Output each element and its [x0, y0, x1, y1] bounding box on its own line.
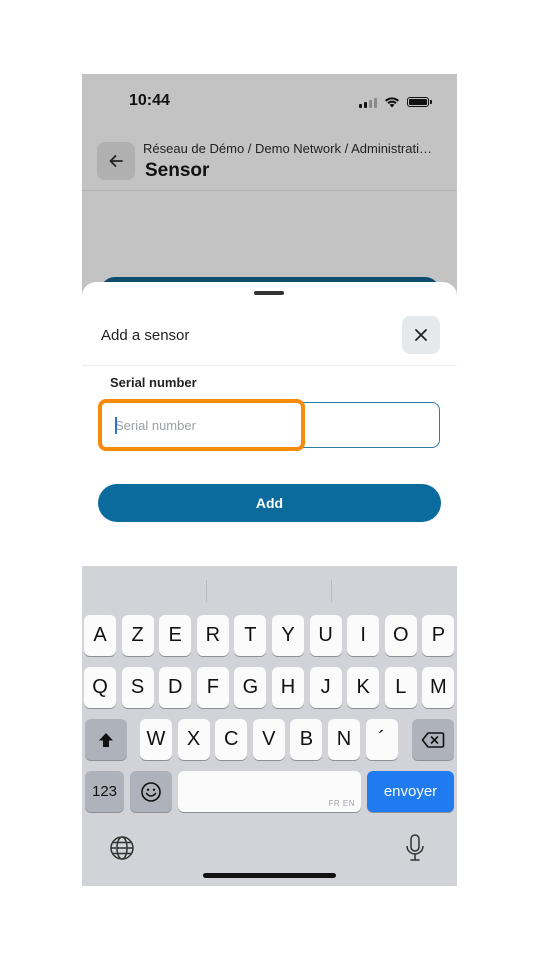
- key[interactable]: Y: [272, 615, 304, 656]
- add-sensor-sheet: Add a sensor Serial number Add: [82, 282, 457, 566]
- arrow-left-icon: [109, 155, 123, 167]
- key[interactable]: N: [328, 719, 360, 760]
- key[interactable]: X: [177, 719, 210, 760]
- phone-screen: 10:44 Réseau de Démo / Demo Network / Ad…: [82, 74, 457, 886]
- key[interactable]: J: [309, 667, 342, 708]
- key[interactable]: K: [347, 667, 380, 708]
- key[interactable]: E: [159, 615, 192, 656]
- serial-number-input[interactable]: [98, 402, 440, 448]
- space-language-hint: FR EN: [328, 799, 355, 808]
- status-time: 10:44: [129, 92, 170, 109]
- key[interactable]: S: [121, 667, 154, 708]
- key[interactable]: M: [422, 667, 455, 708]
- add-button[interactable]: Add: [98, 484, 441, 522]
- serial-number-label: Serial number: [110, 375, 197, 390]
- text-caret: [115, 417, 117, 434]
- globe-icon[interactable]: [109, 835, 135, 861]
- microphone-icon[interactable]: [405, 834, 425, 862]
- key[interactable]: U: [309, 615, 342, 656]
- space-key[interactable]: FR EN: [178, 771, 361, 812]
- close-icon: [415, 329, 427, 341]
- key[interactable]: F: [196, 667, 229, 708]
- page-title: Sensor: [145, 160, 210, 181]
- delete-key[interactable]: [412, 719, 454, 760]
- numbers-key[interactable]: 123: [85, 771, 124, 812]
- key[interactable]: ´: [365, 719, 398, 760]
- emoji-key[interactable]: [130, 771, 172, 812]
- status-icons: [359, 95, 432, 109]
- key[interactable]: W: [140, 719, 172, 760]
- key[interactable]: D: [159, 667, 192, 708]
- back-button[interactable]: [97, 142, 135, 180]
- key[interactable]: Q: [84, 667, 116, 708]
- emoji-icon: [141, 781, 161, 802]
- key[interactable]: O: [384, 615, 417, 656]
- wifi-icon: [385, 97, 399, 108]
- sheet-grabber[interactable]: [254, 291, 284, 295]
- return-key[interactable]: envoyer: [367, 771, 454, 812]
- sheet-title: Add a sensor: [101, 327, 190, 344]
- key[interactable]: L: [384, 667, 417, 708]
- home-indicator: [203, 873, 336, 878]
- key[interactable]: Z: [121, 615, 154, 656]
- close-button[interactable]: [402, 316, 440, 354]
- key[interactable]: H: [272, 667, 304, 708]
- backspace-icon: [421, 731, 445, 748]
- suggestion-divider: [331, 580, 332, 602]
- keyboard: AZERTYUIOP QSDFGHJKLM W X C V B N ´ 123 FR EN: [82, 566, 457, 886]
- shift-icon: [99, 732, 113, 747]
- sheet-divider: [82, 365, 457, 366]
- key[interactable]: R: [196, 615, 229, 656]
- key[interactable]: T: [234, 615, 267, 656]
- page-header: Réseau de Démo / Demo Network / Administ…: [82, 128, 457, 191]
- shift-key[interactable]: [85, 719, 127, 760]
- cellular-signal-icon: [359, 97, 377, 108]
- suggestion-divider: [206, 580, 207, 602]
- key[interactable]: G: [234, 667, 267, 708]
- battery-icon: [407, 97, 432, 107]
- key[interactable]: B: [290, 719, 323, 760]
- breadcrumb: Réseau de Démo / Demo Network / Administ…: [143, 141, 432, 156]
- key[interactable]: V: [252, 719, 285, 760]
- key[interactable]: A: [84, 615, 116, 656]
- key[interactable]: I: [347, 615, 380, 656]
- key[interactable]: P: [422, 615, 455, 656]
- key[interactable]: C: [215, 719, 248, 760]
